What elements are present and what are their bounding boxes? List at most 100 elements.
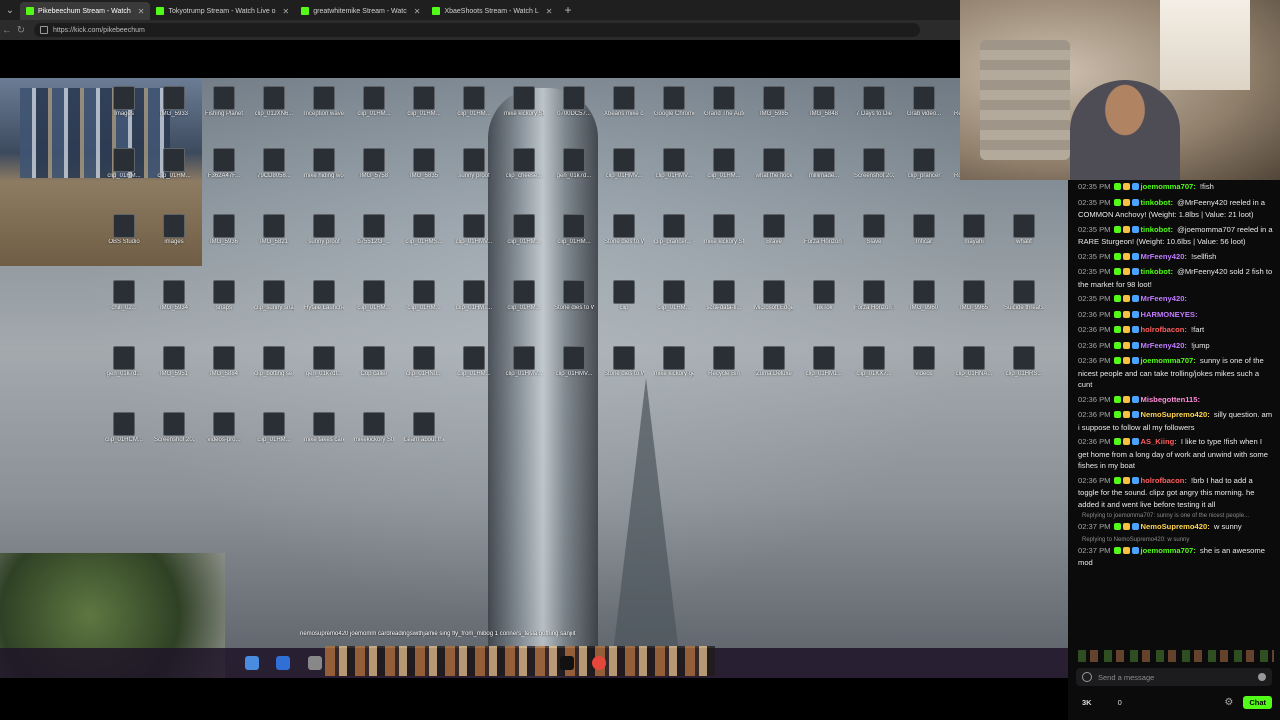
badge-icon — [1131, 268, 1139, 275]
close-tab-icon[interactable]: ✕ — [283, 7, 290, 16]
desktop-file-icon — [313, 86, 335, 110]
close-tab-icon[interactable]: ✕ — [414, 7, 421, 16]
message-timestamp: 02:36 PM — [1078, 325, 1111, 334]
desktop-file-icon — [513, 214, 535, 238]
chat-message[interactable]: 02:35 PM MrFeeny420: !sellfish — [1068, 250, 1280, 266]
browser-tab-1[interactable]: Pikebeechum Stream - Watch ✕ — [20, 2, 151, 20]
close-tab-icon[interactable]: ✕ — [138, 7, 145, 16]
user-badges — [1113, 356, 1141, 368]
message-username[interactable]: HARMONEYES: — [1141, 310, 1198, 319]
message-username[interactable]: NemoSupremo420: — [1141, 522, 1210, 531]
chat-input[interactable]: Send a message — [1076, 668, 1272, 686]
chat-message[interactable]: 02:36 PM HARMONEYES: — [1068, 308, 1280, 324]
chat-settings-icon[interactable]: ⚙ — [1224, 697, 1233, 708]
message-username[interactable]: MrFeeny420: — [1141, 252, 1187, 261]
message-username[interactable]: holrofbacon: — [1141, 325, 1187, 334]
chat-message[interactable]: 02:36 PM joemomma707: sunny is one of the… — [1068, 354, 1280, 393]
chat-message[interactable]: 02:35 PM joemomma707: !fish — [1068, 180, 1280, 196]
emoji-picker-icon[interactable] — [1258, 673, 1266, 681]
message-username[interactable]: holrofbacon: — [1141, 476, 1187, 485]
badge-icon — [1122, 326, 1130, 333]
chat-message[interactable]: 02:36 PM NemoSupremo420: silly question. … — [1068, 408, 1280, 435]
browser-tab-4[interactable]: XbaeShoots Stream - Watch L ✕ — [426, 2, 558, 20]
message-username[interactable]: tinkobot: — [1141, 198, 1173, 207]
chat-message[interactable]: 02:36 PM AS_Kiing: I like to type !fish w… — [1068, 435, 1280, 474]
desktop-icon: clip_01HM... — [654, 280, 694, 312]
message-username[interactable]: MrFeeny420: — [1141, 294, 1187, 303]
edge-taskbar-icon — [276, 656, 290, 670]
desktop-file-icon — [663, 346, 685, 370]
message-username[interactable]: tinkobot: — [1141, 225, 1173, 234]
desktop-icon: Stone dies to Wand e Me... — [554, 280, 594, 312]
desktop-icon: clip_01HM1... — [804, 346, 844, 378]
desktop-file-icon — [613, 214, 635, 238]
desktop-file-icon — [463, 346, 485, 370]
desktop-file-icon — [113, 86, 135, 110]
chat-message[interactable]: 02:35 PM tinkobot: @MrFeeny420 sold 2 fis… — [1068, 265, 1280, 292]
desktop-icon: sunny proof — [304, 214, 344, 246]
chat-message[interactable]: 02:37 PM NemoSupremo420: w sunny — [1068, 520, 1280, 536]
reload-icon[interactable]: ↻ — [14, 25, 28, 36]
desktop-file-icon — [513, 148, 535, 172]
user-badges — [1113, 310, 1141, 322]
chat-options-icon[interactable] — [1082, 672, 1092, 682]
desktop-file-icon — [813, 86, 835, 110]
chat-message[interactable]: 02:37 PM joemomma707: she is an awesome m… — [1068, 544, 1280, 571]
desktop-icon-label: mayahi — [964, 239, 984, 245]
scrolling-names-overlay: nemosupremo420 joemomm cardreadingswithj… — [300, 631, 576, 637]
badge-icon — [1113, 357, 1121, 364]
desktop-file-icon — [863, 280, 885, 304]
browser-tab-2[interactable]: Tokyotrump Stream - Watch Live o ✕ — [150, 2, 295, 20]
chat-message[interactable]: 02:36 PM MrFeeny420: !jump — [1068, 339, 1280, 355]
tab-title: greatwhitemike Stream - Watc — [313, 7, 407, 15]
chat-message[interactable]: 02:35 PM tinkobot: @MrFeeny420 reeled in … — [1068, 196, 1280, 223]
desktop-icon-label: clip_01JXN6... — [254, 111, 294, 117]
desktop-file-icon — [913, 148, 935, 172]
chat-message[interactable]: 02:36 PM Misbegotten115: — [1068, 393, 1280, 409]
message-username[interactable]: joemomma707: — [1141, 356, 1196, 365]
desktop-icon-label: mike takes care of Free... — [304, 437, 344, 443]
address-bar[interactable]: https://kick.com/pikebeechum — [34, 23, 920, 37]
chat-message-list[interactable]: 02:35 PM joemomma707: !fish 02:35 PM tinkob… — [1068, 180, 1280, 665]
chat-message[interactable]: 02:36 PM holrofbacon: !brb I had to add a… — [1068, 474, 1280, 513]
desktop-icon: clip_01JXN6... — [254, 86, 294, 118]
desktop-icon-label: 7 Days to Die — [855, 111, 892, 117]
message-timestamp: 02:35 PM — [1078, 224, 1111, 234]
chat-message[interactable]: 02:36 PM holrofbacon: !fart — [1068, 323, 1280, 339]
browser-tab-bar: ⌄ Pikebeechum Stream - Watch ✕ Tokyotrump… — [0, 0, 960, 20]
desktop-icon-label: clip_01HMV... — [655, 173, 693, 179]
chat-send-button[interactable]: Chat — [1243, 695, 1272, 709]
desktop-icon-label: clip_01HMV... — [505, 371, 543, 377]
site-info-icon[interactable] — [40, 26, 48, 34]
chat-message[interactable]: 02:35 PM tinkobot: @joemomma707 reeled in… — [1068, 223, 1280, 250]
close-tab-icon[interactable]: ✕ — [546, 7, 553, 16]
desktop-icon-label: clip_01HM... — [507, 305, 541, 311]
message-timestamp: 02:36 PM — [1078, 340, 1111, 350]
desktop-icon-label: Microsoft Edge — [754, 305, 794, 311]
desktop-icon: IMG_5821 — [254, 214, 294, 246]
message-username[interactable]: MrFeeny420: — [1141, 341, 1187, 350]
message-username[interactable]: joemomma707: — [1141, 182, 1196, 191]
user-badges — [1113, 476, 1141, 488]
desktop-file-icon — [563, 86, 585, 110]
message-username[interactable]: Misbegotten115: — [1141, 395, 1201, 404]
message-username[interactable]: NemoSupremo420: — [1141, 410, 1210, 419]
desktop-icon-label: IMG_5821 — [259, 239, 289, 245]
desktop-icon: clip_01HM... — [454, 86, 494, 118]
message-timestamp: 02:35 PM — [1078, 251, 1111, 261]
new-tab-icon[interactable]: + — [564, 3, 571, 17]
tab-title: Tokyotrump Stream - Watch Live o — [168, 7, 276, 15]
desktop-icon-label: Stone dies to Wand e Me... — [554, 305, 594, 311]
message-username[interactable]: AS_Kiing: — [1141, 437, 1177, 446]
chat-message[interactable]: 02:35 PM MrFeeny420: — [1068, 292, 1280, 308]
back-icon[interactable]: ← — [0, 25, 14, 36]
stream-video-player[interactable]: Images IMG_5933 Fishing Planet clip_01JXN6.… — [0, 78, 1068, 678]
browser-tab-3[interactable]: greatwhitemike Stream - Watc ✕ — [295, 2, 426, 20]
desktop-icon-label: clip_01HNA... — [955, 371, 993, 377]
desktop-icon: Screenshot 2025-11... — [854, 148, 894, 180]
desktop-file-icon — [213, 148, 235, 172]
message-username[interactable]: tinkobot: — [1141, 267, 1173, 276]
tiktok-taskbar-icon — [560, 656, 574, 670]
tab-list-menu-icon[interactable]: ⌄ — [0, 0, 20, 20]
message-username[interactable]: joemomma707: — [1141, 546, 1196, 555]
